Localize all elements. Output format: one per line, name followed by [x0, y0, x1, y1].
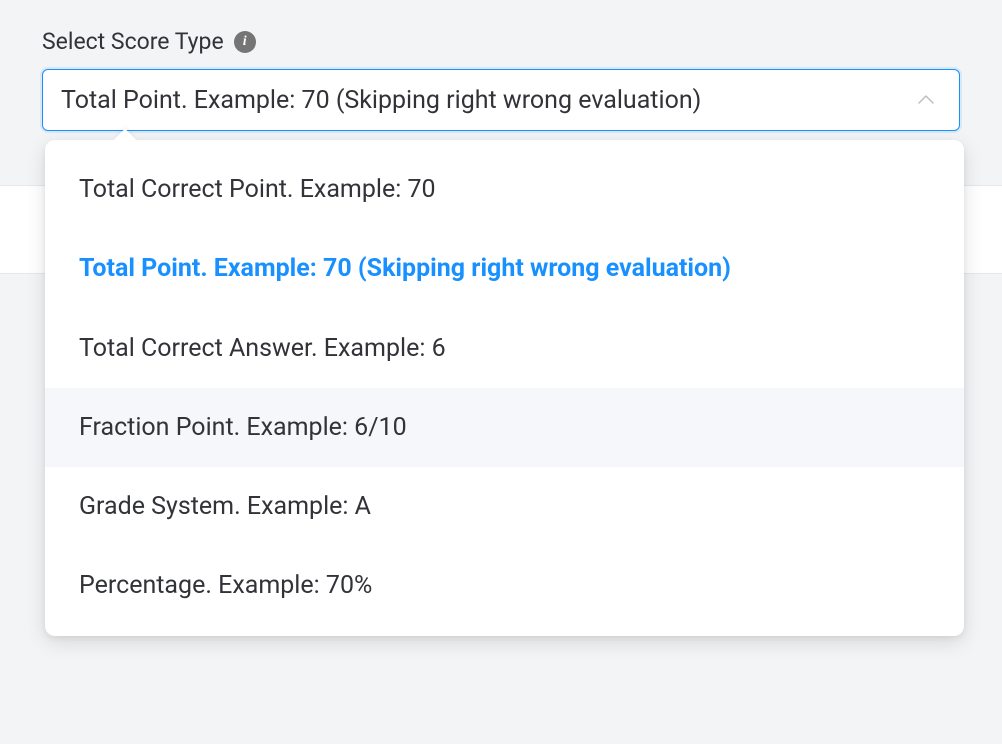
info-icon[interactable]: i [234, 31, 256, 53]
option-2[interactable]: Total Correct Answer. Example: 6 [45, 309, 964, 388]
option-0[interactable]: Total Correct Point. Example: 70 [45, 150, 964, 229]
dropdown-arrow [114, 129, 137, 152]
option-4[interactable]: Grade System. Example: A [45, 467, 964, 546]
option-3[interactable]: Fraction Point. Example: 6/10 [45, 388, 964, 467]
score-type-dropdown: Total Correct Point. Example: 70Total Po… [45, 140, 964, 636]
field-label: Select Score Type [42, 28, 224, 55]
label-row: Select Score Type i [42, 28, 960, 55]
option-5[interactable]: Percentage. Example: 70% [45, 546, 964, 625]
score-type-field: Select Score Type i Total Point. Example… [0, 0, 1002, 131]
score-type-select[interactable]: Total Point. Example: 70 (Skipping right… [42, 69, 960, 131]
option-1[interactable]: Total Point. Example: 70 (Skipping right… [45, 229, 964, 308]
selected-value: Total Point. Example: 70 (Skipping right… [61, 86, 701, 115]
chevron-up-icon [917, 91, 935, 110]
